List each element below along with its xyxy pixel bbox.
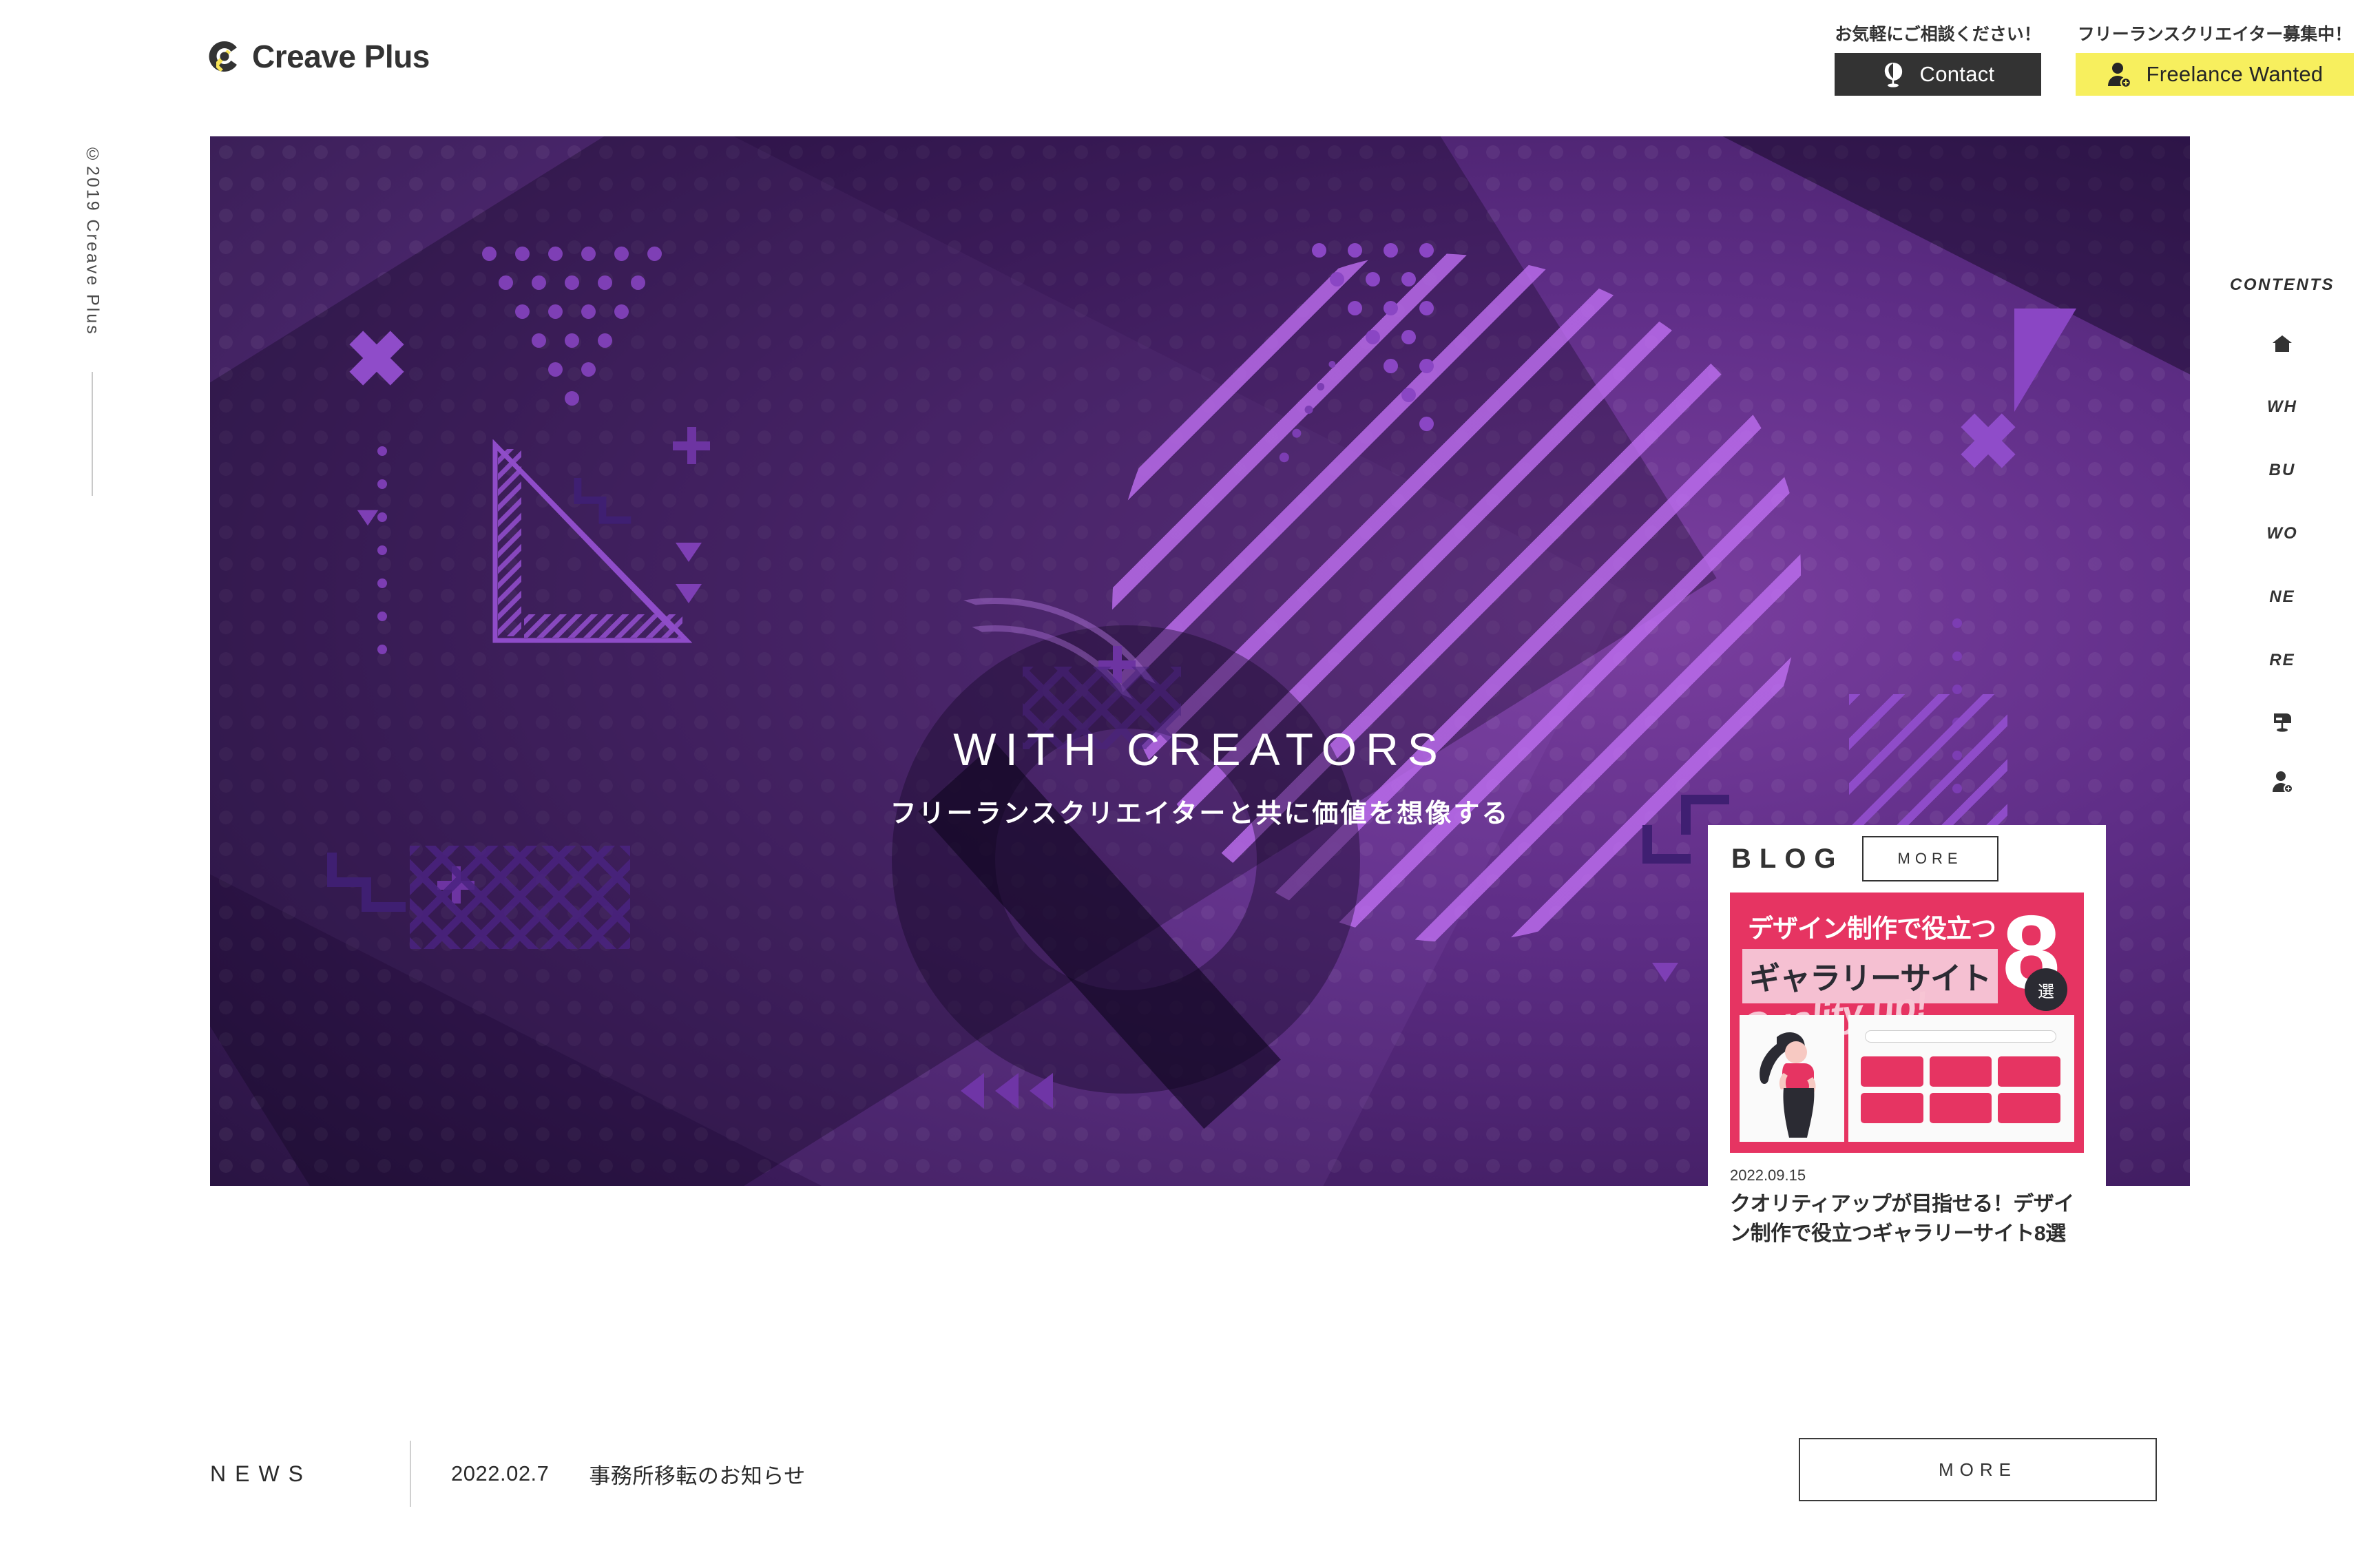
hero-triangle-down-1 bbox=[676, 543, 702, 562]
mailbox-icon bbox=[2271, 709, 2293, 733]
news-label: NEWS bbox=[210, 1461, 312, 1486]
sidebar-item-bu[interactable]: BU bbox=[2269, 459, 2296, 482]
hero-title: WITH CREATORS bbox=[953, 724, 1447, 775]
hero-triangle-large bbox=[2014, 309, 2076, 412]
hero-staircase-1 bbox=[327, 853, 444, 935]
copyright-text: ©2019 Creave Plus bbox=[83, 145, 103, 336]
sidebar-item-home[interactable] bbox=[2272, 332, 2293, 355]
news-headline[interactable]: 事務所移転のお知らせ bbox=[589, 1459, 805, 1490]
news-more-button[interactable]: MORE bbox=[1799, 1438, 2157, 1501]
hero-dotted-triangle-2 bbox=[1312, 243, 1505, 436]
freelance-button-label: Freelance Wanted bbox=[2146, 62, 2324, 86]
hero-triangle-down-3 bbox=[357, 510, 379, 526]
home-icon bbox=[2272, 335, 2293, 353]
thumbnail-line-1: デザイン制作で役立つ bbox=[1748, 915, 1996, 943]
thumbnail-search-bar bbox=[1865, 1030, 2056, 1043]
blog-more-button[interactable]: MORE bbox=[1861, 836, 1998, 881]
blog-card: BLOG MORE デザイン制作で役立つ ギャラリーサイト 8 選 Qualit… bbox=[1708, 825, 2106, 1269]
hero-triangle-down-2 bbox=[676, 584, 702, 603]
thumbnail-grid bbox=[1861, 1056, 2060, 1123]
site-header: Creave Plus お気軽にご相談ください！ Contact フリーランスク… bbox=[0, 0, 2380, 136]
mail-pin-icon bbox=[1881, 61, 1905, 87]
contact-button[interactable]: Contact bbox=[1835, 53, 2041, 96]
person-add-icon bbox=[2271, 770, 2293, 793]
header-action-contact: お気軽にご相談ください！ Contact bbox=[1835, 21, 2041, 96]
left-rail: ©2019 Creave Plus bbox=[72, 145, 113, 496]
blog-post-date: 2022.09.15 bbox=[1730, 1167, 1806, 1184]
sidebar-item-re[interactable]: RE bbox=[2269, 649, 2295, 672]
contact-tagline: お気軽にご相談ください！ bbox=[1835, 25, 2041, 44]
page-root: Creave Plus お気軽にご相談ください！ Contact フリーランスク… bbox=[0, 0, 2380, 1555]
contact-button-label: Contact bbox=[1919, 62, 1995, 86]
hero-arrow-left-3 bbox=[1030, 1073, 1053, 1109]
site-logo-text: Creave Plus bbox=[252, 39, 430, 74]
site-logo[interactable]: Creave Plus bbox=[207, 38, 430, 75]
news-bar: NEWS 2022.02.7 事務所移転のお知らせ MORE bbox=[210, 1432, 2190, 1515]
contents-nav-title: CONTENTS bbox=[2230, 275, 2335, 294]
sidebar-item-ne[interactable]: NE bbox=[2269, 585, 2295, 609]
hero-x-mark-2 bbox=[1959, 412, 2017, 470]
blog-section-title: BLOG bbox=[1731, 843, 1844, 874]
news-divider bbox=[410, 1441, 411, 1507]
sidebar-item-contact[interactable] bbox=[2271, 709, 2293, 733]
thumbnail-badge: 選 bbox=[2025, 968, 2067, 1011]
hero-arrow-left-2 bbox=[995, 1073, 1019, 1109]
hero-plus-1 bbox=[673, 427, 710, 464]
blog-post-title[interactable]: クオリティアップが目指せる！デザイン制作で役立つギャラリーサイト8選 bbox=[1730, 1190, 2084, 1249]
sidebar-item-wh[interactable]: WH bbox=[2267, 395, 2297, 419]
news-date: 2022.02.7 bbox=[451, 1461, 550, 1485]
person-add-icon bbox=[2107, 61, 2131, 87]
hero-dot-column-1 bbox=[377, 446, 387, 654]
contents-nav: CONTENTS WH BU WO NE RE bbox=[2227, 275, 2337, 793]
blog-thumbnail[interactable]: デザイン制作で役立つ ギャラリーサイト 8 選 Quality up! bbox=[1730, 893, 2084, 1153]
hero-copy: WITH CREATORS フリーランスクリエイターと共に価値を想像する bbox=[210, 723, 2190, 830]
sidebar-item-freelance[interactable] bbox=[2271, 770, 2293, 793]
blog-card-header: BLOG MORE bbox=[1708, 825, 2106, 893]
hero-subtitle: フリーランスクリエイターと共に価値を想像する bbox=[890, 800, 1510, 828]
rail-divider bbox=[92, 371, 93, 496]
hero-triangle-down-4 bbox=[1652, 963, 1678, 982]
hero-x-mark-1 bbox=[348, 329, 406, 387]
creave-c-mark-icon bbox=[207, 39, 242, 74]
sidebar-item-wo[interactable]: WO bbox=[2266, 522, 2297, 545]
header-action-freelance: フリーランスクリエイター募集中！ Freelance Wanted bbox=[2076, 21, 2354, 96]
freelance-tagline: フリーランスクリエイター募集中！ bbox=[2077, 25, 2352, 44]
hero-arrow-left-1 bbox=[961, 1073, 984, 1109]
header-actions: お気軽にご相談ください！ Contact フリーランスクリエイター募集中！ Fr… bbox=[1835, 21, 2354, 96]
hero-staircase-3 bbox=[574, 478, 680, 552]
freelance-wanted-button[interactable]: Freelance Wanted bbox=[2076, 53, 2354, 96]
thumbnail-illustration bbox=[1756, 1027, 1828, 1139]
